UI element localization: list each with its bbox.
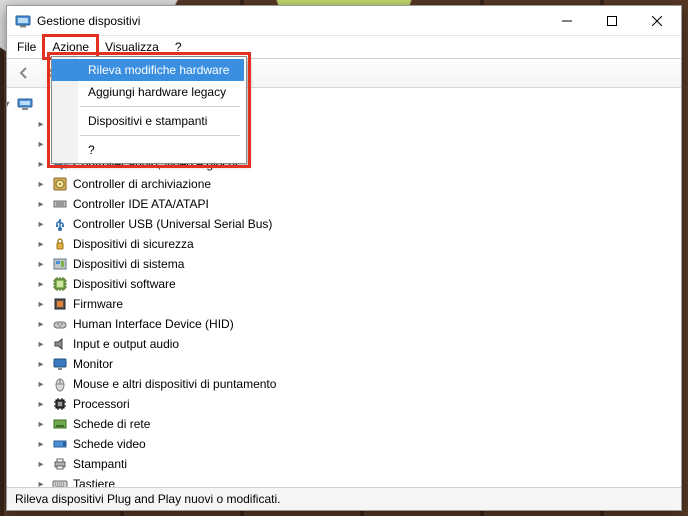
storage-icon — [52, 176, 68, 192]
expand-icon[interactable]: ▸ — [35, 439, 47, 450]
device-category-label: Mouse e altri dispositivi di puntamento — [73, 377, 276, 391]
menu-scan-hardware[interactable]: Rileva modifiche hardware — [52, 59, 244, 81]
menu-help-item[interactable]: ? — [52, 139, 244, 161]
device-category[interactable]: ▸ Schede video — [11, 434, 677, 454]
monitor-icon — [52, 356, 68, 372]
expand-icon[interactable]: ▸ — [35, 259, 47, 270]
security-icon — [52, 236, 68, 252]
menu-view[interactable]: Visualizza — [97, 36, 167, 58]
system-icon — [52, 256, 68, 272]
device-category[interactable]: ▸ Dispositivi di sistema — [11, 254, 677, 274]
expand-icon[interactable]: ▸ — [35, 159, 47, 170]
video-icon — [52, 436, 68, 452]
expand-icon[interactable]: ▸ — [35, 459, 47, 470]
action-menu-dropdown: Rileva modifiche hardware Aggiungi hardw… — [51, 56, 247, 164]
device-category[interactable]: ▸ Dispositivi software — [11, 274, 677, 294]
expand-icon[interactable]: ▸ — [35, 299, 47, 310]
device-category-label: Controller USB (Universal Serial Bus) — [73, 217, 272, 231]
ide-icon — [52, 196, 68, 212]
audio-icon — [52, 336, 68, 352]
device-category[interactable]: ▸ Dispositivi di sicurezza — [11, 234, 677, 254]
printer-icon — [52, 456, 68, 472]
device-category-label: Tastiere — [73, 477, 115, 487]
menu-add-legacy-hardware[interactable]: Aggiungi hardware legacy — [52, 81, 244, 103]
device-category[interactable]: ▸ Mouse e altri dispositivi di puntamento — [11, 374, 677, 394]
expand-icon[interactable]: ▸ — [35, 199, 47, 210]
expand-icon[interactable]: ▸ — [35, 279, 47, 290]
keyboard-icon — [52, 476, 68, 487]
expand-icon[interactable]: ▸ — [35, 419, 47, 430]
device-category[interactable]: ▸ Monitor — [11, 354, 677, 374]
menu-file[interactable]: File — [9, 36, 44, 58]
expand-icon[interactable]: ▸ — [35, 319, 47, 330]
expand-icon[interactable]: ▸ — [35, 399, 47, 410]
device-category-label: Controller IDE ATA/ATAPI — [73, 197, 209, 211]
window-title: Gestione dispositivi — [37, 14, 140, 28]
device-category-label: Stampanti — [73, 457, 127, 471]
device-category-label: Human Interface Device (HID) — [73, 317, 234, 331]
menu-separator — [80, 106, 240, 107]
device-category[interactable]: ▸ Human Interface Device (HID) — [11, 314, 677, 334]
device-category-label: Firmware — [73, 297, 123, 311]
expand-icon[interactable]: ▸ — [35, 239, 47, 250]
chip-icon — [52, 276, 68, 292]
expand-icon[interactable]: ▸ — [35, 119, 47, 130]
menu-devices-and-printers[interactable]: Dispositivi e stampanti — [52, 110, 244, 132]
back-button[interactable] — [13, 62, 35, 84]
close-button[interactable] — [634, 6, 679, 35]
device-category-label: Input e output audio — [73, 337, 179, 351]
menu-help[interactable]: ? — [167, 36, 190, 58]
device-category[interactable]: ▸ Input e output audio — [11, 334, 677, 354]
collapse-icon[interactable]: ▾ — [7, 99, 13, 110]
device-category[interactable]: ▸ Tastiere — [11, 474, 677, 487]
device-category[interactable]: ▸ Processori — [11, 394, 677, 414]
expand-icon[interactable]: ▸ — [35, 359, 47, 370]
menu-action[interactable]: Azione — [44, 36, 97, 58]
net-icon — [52, 416, 68, 432]
expand-icon[interactable]: ▸ — [35, 219, 47, 230]
device-category-label: Schede di rete — [73, 417, 150, 431]
expand-icon[interactable]: ▸ — [35, 339, 47, 350]
device-category-label: Dispositivi di sicurezza — [73, 237, 194, 251]
device-category-label: Monitor — [73, 357, 113, 371]
device-category-label: Schede video — [73, 437, 146, 451]
device-category-label: Processori — [73, 397, 130, 411]
device-category[interactable]: ▸ Controller di archiviazione — [11, 174, 677, 194]
app-icon — [15, 13, 31, 29]
titlebar: Gestione dispositivi — [7, 6, 681, 36]
device-manager-window: Gestione dispositivi File Azione Visuali… — [6, 5, 682, 511]
expand-icon[interactable]: ▸ — [35, 479, 47, 488]
device-category[interactable]: ▸ Controller IDE ATA/ATAPI — [11, 194, 677, 214]
hid-icon — [52, 316, 68, 332]
device-category[interactable]: ▸ Firmware — [11, 294, 677, 314]
minimize-button[interactable] — [544, 6, 589, 35]
expand-icon[interactable]: ▸ — [35, 379, 47, 390]
status-text: Rileva dispositivi Plug and Play nuovi o… — [15, 492, 280, 506]
device-category[interactable]: ▸ Stampanti — [11, 454, 677, 474]
expand-icon[interactable]: ▸ — [35, 139, 47, 150]
device-category[interactable]: ▸ Schede di rete — [11, 414, 677, 434]
computer-icon — [17, 96, 33, 112]
maximize-button[interactable] — [589, 6, 634, 35]
device-category-label: Dispositivi di sistema — [73, 257, 184, 271]
firmware-icon — [52, 296, 68, 312]
mouse-icon — [52, 376, 68, 392]
device-category[interactable]: ▸ Controller USB (Universal Serial Bus) — [11, 214, 677, 234]
menu-separator — [80, 135, 240, 136]
usb-icon — [52, 216, 68, 232]
statusbar: Rileva dispositivi Plug and Play nuovi o… — [7, 487, 681, 510]
expand-icon[interactable]: ▸ — [35, 179, 47, 190]
cpu-icon — [52, 396, 68, 412]
device-category-label: Controller di archiviazione — [73, 177, 211, 191]
device-category-label: Dispositivi software — [73, 277, 176, 291]
